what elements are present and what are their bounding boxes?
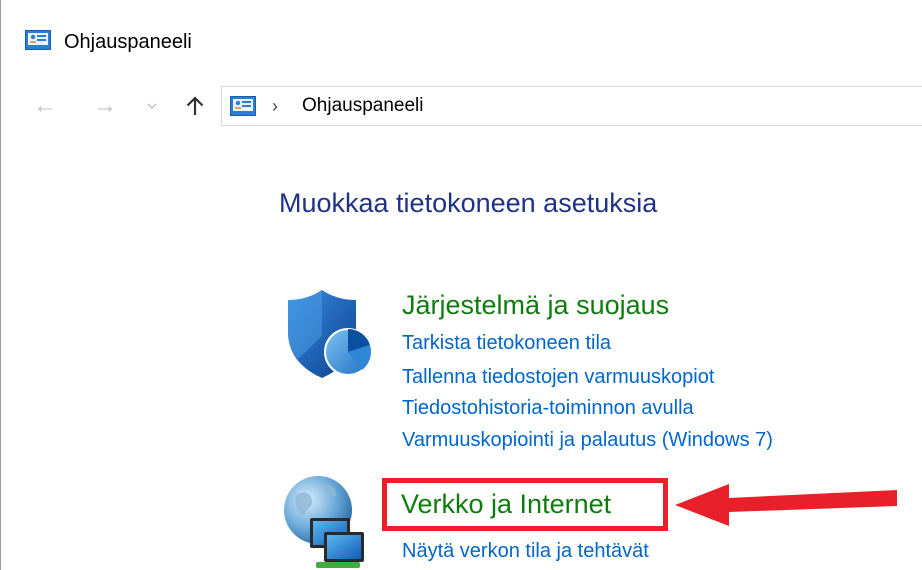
network-globe-icon[interactable]	[280, 472, 370, 570]
back-button[interactable]: ←	[27, 90, 63, 122]
address-bar[interactable]: › Ohjauspaneeli	[221, 86, 922, 126]
title-bar: Ohjauspaneeli	[1, 0, 922, 78]
link-check-computer-status[interactable]: Tarkista tietokoneen tila	[402, 330, 611, 356]
control-panel-icon	[25, 30, 51, 50]
arrow-up-icon	[186, 96, 204, 115]
category-network-internet-link[interactable]: Verkko ja Internet	[401, 488, 611, 520]
breadcrumb-item-control-panel[interactable]: Ohjauspaneeli	[302, 95, 423, 117]
window-title: Ohjauspaneeli	[64, 31, 192, 53]
up-button[interactable]	[177, 90, 213, 122]
chevron-down-icon	[147, 103, 157, 109]
annotation-arrow-icon	[675, 484, 897, 526]
category-system-security-link[interactable]: Järjestelmä ja suojaus	[402, 289, 669, 321]
breadcrumb-separator[interactable]: ›	[272, 95, 278, 117]
link-view-network-status[interactable]: Näytä verkon tila ja tehtävät	[402, 538, 649, 564]
arrow-right-icon: →	[93, 92, 117, 119]
recent-locations-button[interactable]	[141, 90, 163, 122]
control-panel-icon	[230, 96, 256, 116]
shield-icon[interactable]	[282, 286, 378, 382]
arrow-left-icon: ←	[33, 92, 57, 119]
forward-button[interactable]: →	[87, 90, 123, 122]
link-backup-restore-windows7[interactable]: Varmuuskopiointi ja palautus (Windows 7)	[402, 427, 773, 453]
control-panel-window: Ohjauspaneeli ← → › Ohjauspaneeli Muokka…	[0, 0, 922, 570]
navigation-bar: ← → › Ohjauspaneeli	[1, 80, 922, 132]
link-save-backup-copies[interactable]: Tallenna tiedostojen varmuuskopiot	[402, 364, 714, 390]
link-file-history[interactable]: Tiedostohistoria-toiminnon avulla	[402, 395, 694, 421]
page-title: Muokkaa tietokoneen asetuksia	[279, 188, 658, 218]
